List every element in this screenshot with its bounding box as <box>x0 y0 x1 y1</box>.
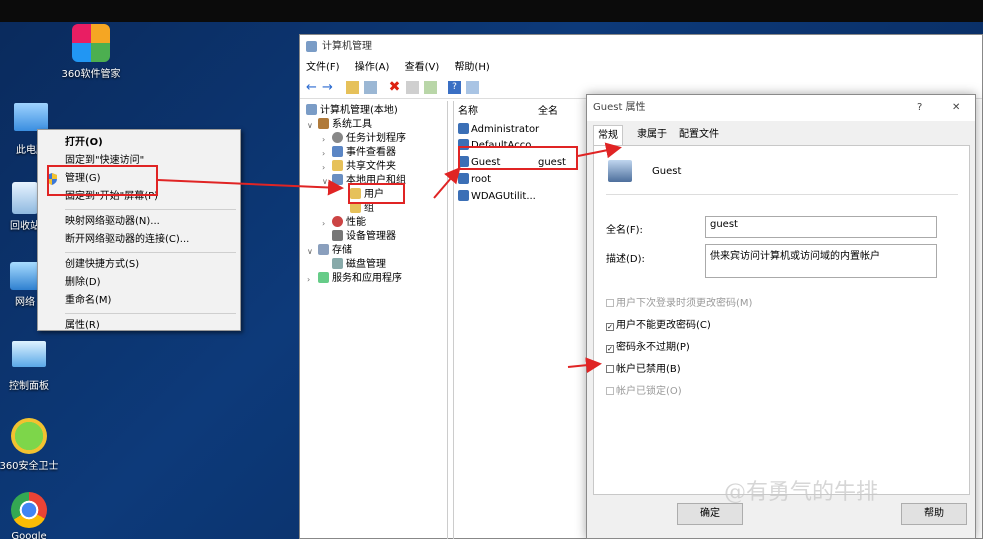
arrow-to-disabled <box>567 357 602 374</box>
arrow-to-dialog <box>577 142 622 159</box>
arrow-to-guest <box>433 166 461 199</box>
annotation-arrows <box>157 142 622 374</box>
watermark: @有勇气的牛排 <box>724 480 879 505</box>
arrow-to-users <box>157 179 344 196</box>
